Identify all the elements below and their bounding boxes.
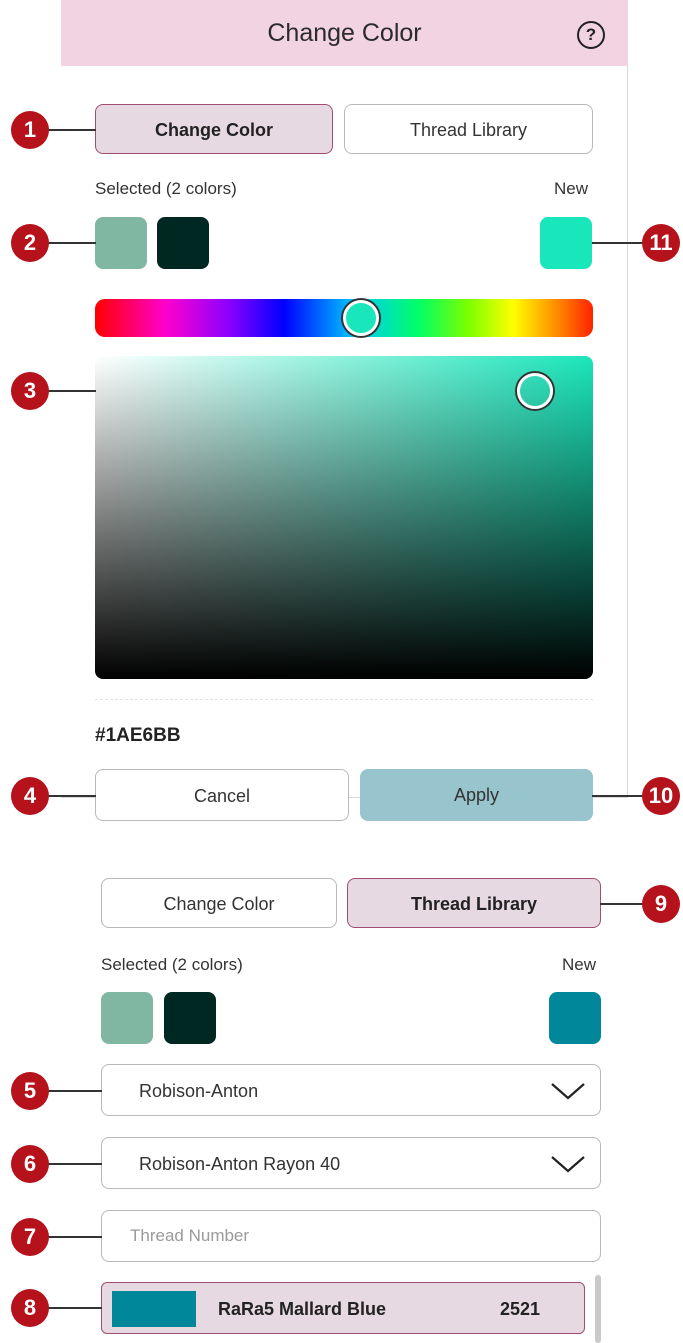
callout-marker: 7 — [11, 1218, 49, 1256]
scrollbar[interactable] — [595, 1275, 601, 1343]
tab-change-color[interactable]: Change Color — [101, 878, 337, 928]
selected-color-swatch[interactable] — [95, 217, 147, 269]
apply-button[interactable]: Apply — [360, 769, 593, 821]
callout-marker: 9 — [642, 885, 680, 923]
callout-marker: 10 — [642, 777, 680, 815]
callout-marker: 11 — [642, 224, 680, 262]
thread-result-row[interactable]: RaRa5 Mallard Blue 2521 — [101, 1282, 585, 1334]
thread-color-chip — [112, 1291, 196, 1327]
callout-marker: 4 — [11, 777, 49, 815]
thread-brand-value: Robison-Anton — [139, 1081, 259, 1101]
selected-color-swatch[interactable] — [101, 992, 153, 1044]
callout-line — [592, 242, 644, 244]
selected-color-swatch[interactable] — [157, 217, 209, 269]
thread-series-dropdown[interactable]: Robison-Anton Rayon 40 — [101, 1137, 601, 1189]
new-color-label: New — [554, 179, 589, 198]
thread-name: RaRa5 Mallard Blue — [218, 1299, 387, 1319]
callout-line — [592, 795, 644, 797]
help-icon[interactable]: ? — [577, 21, 605, 49]
callout-marker: 3 — [11, 372, 49, 410]
chevron-down-icon — [551, 1083, 585, 1100]
selected-colors-label: Selected (2 colors) — [101, 955, 243, 974]
hex-value: #1AE6BB — [95, 725, 181, 746]
cancel-button[interactable]: Cancel — [95, 769, 349, 821]
divider — [95, 699, 593, 700]
saturation-brightness-picker[interactable] — [95, 356, 593, 679]
selected-color-swatch[interactable] — [164, 992, 216, 1044]
tab-change-color[interactable]: Change Color — [95, 104, 333, 154]
callout-marker: 5 — [11, 1072, 49, 1110]
selected-colors-label: Selected (2 colors) — [95, 179, 237, 198]
tab-thread-library[interactable]: Thread Library — [347, 878, 601, 928]
callout-marker: 6 — [11, 1145, 49, 1183]
panel-title: Change Color — [267, 19, 422, 47]
callout-marker: 8 — [11, 1289, 49, 1327]
callout-marker: 1 — [11, 111, 49, 149]
new-color-label: New — [562, 955, 597, 974]
tab-thread-library[interactable]: Thread Library — [344, 104, 593, 154]
hue-slider-handle[interactable] — [343, 300, 379, 336]
callout-line — [600, 903, 644, 905]
callout-marker: 2 — [11, 224, 49, 262]
thread-brand-dropdown[interactable]: Robison-Anton — [101, 1064, 601, 1116]
thread-series-value: Robison-Anton Rayon 40 — [139, 1154, 341, 1174]
thread-number-input[interactable] — [101, 1210, 601, 1262]
new-color-swatch — [549, 992, 601, 1044]
color-picker-handle[interactable] — [517, 373, 553, 409]
chevron-down-icon — [551, 1156, 585, 1173]
new-color-swatch — [540, 217, 592, 269]
thread-number: 2521 — [500, 1299, 541, 1319]
